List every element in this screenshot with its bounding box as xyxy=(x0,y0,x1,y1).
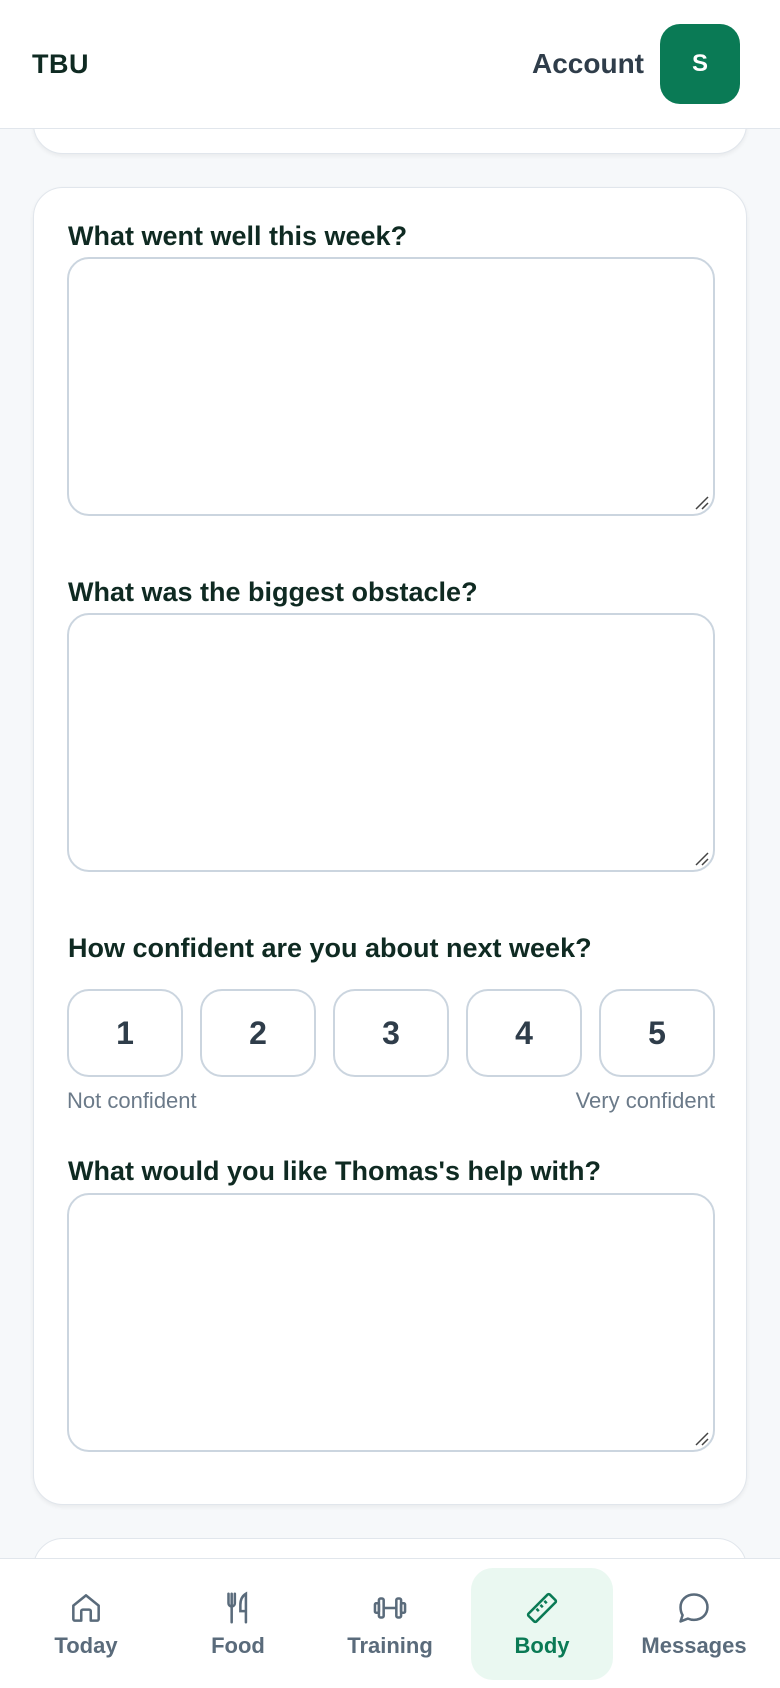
nav-messages[interactable]: Messages xyxy=(623,1568,765,1680)
nav-food[interactable]: Food xyxy=(167,1568,309,1680)
question-went-well-label: What went well this week? xyxy=(68,221,408,251)
confidence-option-3[interactable]: 3 xyxy=(333,989,449,1077)
resize-grip-icon[interactable] xyxy=(693,1430,709,1446)
confidence-option-1[interactable]: 1 xyxy=(67,989,183,1077)
confidence-option-5[interactable]: 5 xyxy=(599,989,715,1077)
avatar[interactable]: S xyxy=(660,24,740,104)
confidence-option-2[interactable]: 2 xyxy=(200,989,316,1077)
chat-bubble-icon xyxy=(679,1592,709,1623)
went-well-textarea[interactable] xyxy=(67,257,715,516)
nav-today[interactable]: Today xyxy=(15,1568,157,1680)
resize-grip-icon[interactable] xyxy=(693,494,709,510)
home-icon xyxy=(72,1593,100,1622)
utensils-icon xyxy=(227,1591,248,1624)
dumbbell-icon xyxy=(373,1596,407,1619)
confidence-option-4[interactable]: 4 xyxy=(466,989,582,1077)
nav-body[interactable]: Body xyxy=(471,1567,613,1680)
scale-low-hint: Not confident xyxy=(67,1088,197,1113)
nav-messages-label: Messages xyxy=(641,1632,747,1658)
question-help-label: What would you like Thomas's help with? xyxy=(68,1156,601,1186)
resize-grip-icon[interactable] xyxy=(693,850,709,866)
confidence-scale: 1 2 3 4 5 xyxy=(67,989,715,1077)
nav-food-label: Food xyxy=(211,1632,265,1658)
brand-logo[interactable]: TBU xyxy=(32,49,89,80)
nav-training-label: Training xyxy=(347,1632,433,1658)
nav-body-label: Body xyxy=(514,1632,570,1658)
header-actions: Account S xyxy=(532,24,740,104)
question-confidence-label: How confident are you about next week? xyxy=(68,933,592,963)
bottom-nav: Today Food Training Body Messages xyxy=(0,1558,780,1688)
weekly-checkin-card: What went well this week? What was the b… xyxy=(33,187,747,1505)
ruler-icon xyxy=(526,1592,558,1623)
nav-today-label: Today xyxy=(54,1632,118,1658)
app-header: TBU Account S xyxy=(0,0,780,129)
scale-high-hint: Very confident xyxy=(575,1088,715,1113)
obstacle-textarea[interactable] xyxy=(67,613,715,872)
nav-training[interactable]: Training xyxy=(319,1568,461,1680)
help-textarea[interactable] xyxy=(67,1193,715,1452)
question-obstacle-label: What was the biggest obstacle? xyxy=(68,577,478,607)
account-link[interactable]: Account xyxy=(532,48,644,80)
